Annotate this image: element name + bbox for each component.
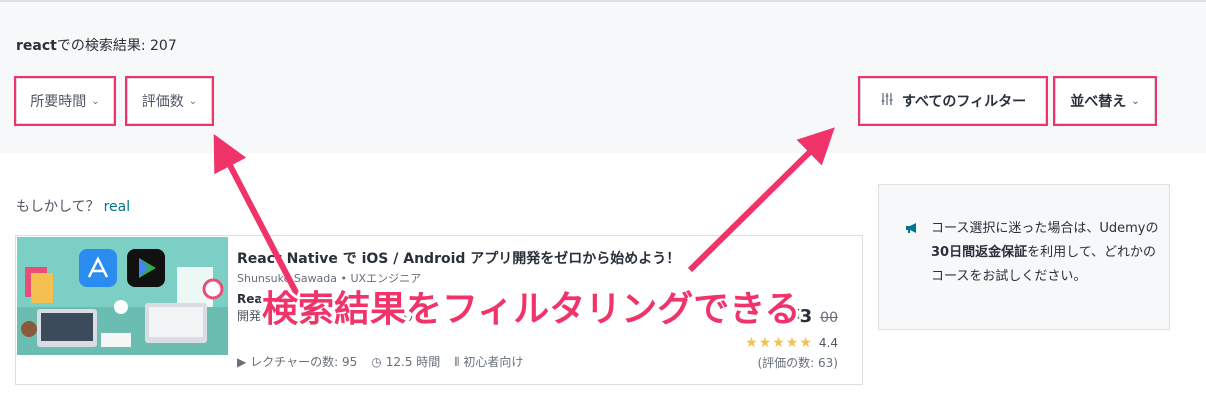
headline-line-2: 開発 xyxy=(237,309,262,323)
course-title[interactable]: React Native で iOS / Android アプリ開発をゼロから始… xyxy=(237,248,680,268)
annotation-text: 検索結果をフィルタリングできる xyxy=(262,289,801,330)
headline-line-1: Rea xyxy=(237,292,263,306)
results-number: 207 xyxy=(150,38,177,54)
level-bars-icon: ⫴ xyxy=(454,355,460,369)
duration-hours: 12.5 時間 xyxy=(385,355,441,369)
did-you-mean-link[interactable]: real xyxy=(104,199,131,215)
lectures-count: レクチャーの数: 95 xyxy=(250,355,358,369)
original-price: 00 xyxy=(820,310,838,326)
lectures-info: ▶ レクチャーの数: 95 xyxy=(237,353,357,370)
course-meta: ▶ レクチャーの数: 95 ◷ 12.5 時間 ⫴ 初心者向け xyxy=(237,353,523,370)
results-label: での検索結果: xyxy=(56,38,151,54)
rating-value: 4.4 xyxy=(818,336,838,350)
level-info: ⫴ 初心者向け xyxy=(454,353,523,370)
play-circle-icon: ▶ xyxy=(237,355,247,369)
guarantee-text: コース選択に迷った場合は、Udemyの30日間返金保証を利用して、どれかのコース… xyxy=(931,217,1161,289)
money-back-guarantee-box: コース選択に迷った場合は、Udemyの30日間返金保証を利用して、どれかのコース… xyxy=(878,184,1170,330)
search-query: react xyxy=(16,38,57,54)
course-thumbnail xyxy=(17,237,228,355)
highlight-duration xyxy=(14,76,116,126)
course-rating: ★★★★★ 4.4 xyxy=(745,335,838,351)
duration-info: ◷ 12.5 時間 xyxy=(371,353,440,370)
guarantee-text-before: コース選択に迷った場合は、Udemyの xyxy=(931,221,1159,236)
highlight-all-filters xyxy=(858,76,1048,126)
rating-count: (評価の数: 63) xyxy=(757,356,839,370)
megaphone-icon xyxy=(905,222,919,238)
did-you-mean: もしかして？ real xyxy=(16,196,130,216)
star-rating-icon: ★★★★★ xyxy=(745,335,813,351)
guarantee-bold: 30日間返金保証 xyxy=(931,245,1028,260)
highlight-rating xyxy=(125,76,214,126)
did-you-mean-prefix: もしかして？ xyxy=(16,199,100,215)
clock-icon: ◷ xyxy=(371,355,382,369)
results-count: reactでの検索結果: 207 xyxy=(16,35,177,55)
highlight-sort xyxy=(1053,76,1157,126)
course-level: 初心者向け xyxy=(463,355,524,369)
